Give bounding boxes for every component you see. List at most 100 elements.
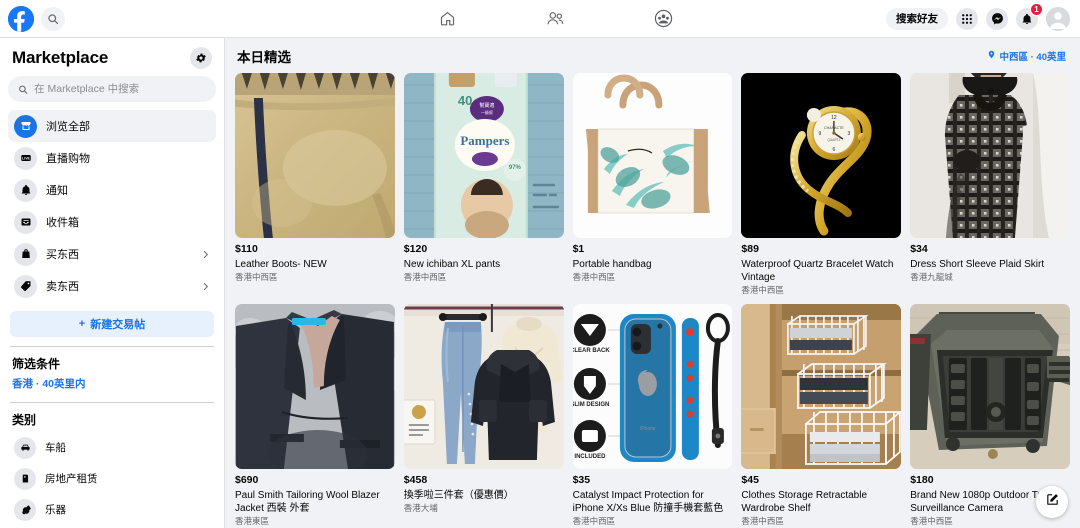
svg-text:一級幫: 一級幫 <box>481 109 493 115</box>
listing-image-gold-watch[interactable]: 12369 CHARACTE QUARTZ <box>741 73 902 238</box>
category-list: 车船 房地产租赁 乐器 <box>8 432 216 528</box>
nav-home-icon[interactable] <box>433 4 463 34</box>
listing-location: 香港九龍城 <box>910 271 953 282</box>
listing-title: Paul Smith Tailoring Wool Blazer Jacket … <box>235 489 380 514</box>
sidebar-item-browse-all[interactable]: 浏览全部 <box>8 110 216 142</box>
location-pin-icon <box>987 49 996 63</box>
listing-price: $120 <box>403 243 428 255</box>
svg-text:3: 3 <box>848 131 851 137</box>
topbar-nav-group <box>225 4 886 34</box>
listings-grid-wrapper: $110 Leather Boots- NEW 香港中西區 40 幫寶適 一級幫… <box>225 73 1080 528</box>
search-icon[interactable] <box>41 6 65 31</box>
sidebar-item-selling[interactable]: 卖东西 <box>8 270 216 302</box>
nav-groups-icon[interactable] <box>649 4 679 34</box>
svg-text:SLIM DESIGN: SLIM DESIGN <box>573 402 609 408</box>
listing-image-three-piece-outfit[interactable] <box>403 304 564 470</box>
sidebar-item-notifications[interactable]: 通知 <box>8 174 216 206</box>
listing-image-phone-case[interactable]: CLEAR BACK SLIM DESIGN INCLUDED iPhone <box>572 304 733 470</box>
sidebar-nav-list: 浏览全部 LIVE 直播购物 通知 收件箱 买东西 卖东西 <box>8 110 216 302</box>
svg-text:iPhone: iPhone <box>640 426 656 432</box>
sidebar-item-inbox[interactable]: 收件箱 <box>8 206 216 238</box>
guitar-icon <box>14 498 36 521</box>
top-navigation-bar: 搜索好友 1 <box>0 0 1080 38</box>
listing-image-diaper-pack[interactable]: 40 幫寶適 一級幫 Pampers 97% <box>403 73 564 238</box>
listing-card[interactable]: $34 Dress Short Sleeve Plaid Skirt 香港九龍城 <box>910 73 1070 296</box>
marketplace-search-bar[interactable] <box>8 76 216 102</box>
sidebar-header: Marketplace <box>8 38 216 76</box>
sidebar-item-label: 买东西 <box>46 249 79 261</box>
svg-text:Pampers: Pampers <box>460 133 509 148</box>
topbar-right-group: 搜索好友 1 <box>886 2 1080 31</box>
nav-friends-icon[interactable] <box>541 4 571 34</box>
category-label: 车船 <box>45 442 66 454</box>
listing-price: $1 <box>572 243 585 255</box>
listing-card[interactable]: $45 Clothes Storage Retractable Wardrobe… <box>741 304 902 527</box>
search-input[interactable] <box>34 83 206 95</box>
listing-title: Leather Boots- NEW <box>235 258 327 270</box>
bag-icon <box>14 242 37 266</box>
svg-text:40: 40 <box>458 93 472 108</box>
category-item-property-rentals[interactable]: 房地产租赁 <box>8 463 216 494</box>
page-body: Marketplace 浏览全部 LIVE <box>0 38 1080 528</box>
section-title: 本日精选 <box>237 49 291 65</box>
listing-title: Clothes Storage Retractable Wardrobe She… <box>741 489 868 514</box>
sidebar-item-label: 通知 <box>46 185 68 197</box>
listing-image-wardrobe-shelf[interactable] <box>741 304 902 470</box>
filters-title: 筛选条件 <box>12 357 61 371</box>
listing-title: Catalyst Impact Protection for iPhone X/… <box>572 489 724 514</box>
notification-badge: 1 <box>1030 2 1043 16</box>
find-friends-button[interactable]: 搜索好友 <box>886 7 948 30</box>
listing-price: $690 <box>235 474 259 487</box>
sidebar-item-live-shopping[interactable]: LIVE 直播购物 <box>8 142 216 174</box>
svg-text:6: 6 <box>833 147 836 153</box>
listing-card[interactable]: $458 換季啦三件套（優惠價） 香港大埔 <box>403 304 564 527</box>
listing-card[interactable]: $110 Leather Boots- NEW 香港中西區 <box>235 73 395 296</box>
sidebar-item-label: 浏览全部 <box>46 121 90 133</box>
listing-title: 換季啦三件套（優惠價） <box>403 489 514 501</box>
sidebar-divider <box>10 346 214 347</box>
listings-grid: $110 Leather Boots- NEW 香港中西區 40 幫寶適 一級幫… <box>235 73 1070 527</box>
listing-image-tote-bag[interactable] <box>572 73 733 238</box>
create-listing-fab[interactable] <box>1036 486 1068 518</box>
category-item-musical-instruments[interactable]: 乐器 <box>8 494 216 525</box>
listing-price: $35 <box>572 474 591 487</box>
listing-card[interactable]: CLEAR BACK SLIM DESIGN INCLUDED iPhone $… <box>572 304 733 527</box>
bell-icon <box>14 178 37 202</box>
category-label: 乐器 <box>45 504 66 516</box>
listing-location: 香港東區 <box>235 516 270 527</box>
listing-card[interactable]: 12369 CHARACTE QUARTZ $89 <box>741 73 902 296</box>
chevron-right-icon <box>201 282 210 291</box>
listing-card[interactable]: $1 Portable handbag 香港中西區 <box>572 73 733 296</box>
filters-location-value[interactable]: 香港 · 40英里内 <box>8 376 216 393</box>
edit-pencil-icon <box>1045 492 1060 512</box>
listing-image-plaid-dress[interactable] <box>910 73 1070 238</box>
marketplace-app: 搜索好友 1 Marketplace 在 Marketplace 中搜索 浏览全… <box>0 0 1080 528</box>
new-listing-button[interactable]: + 新建交易帖 <box>10 311 214 337</box>
svg-text:INCLUDED: INCLUDED <box>574 454 606 460</box>
listing-image-leather-boots[interactable] <box>235 73 395 238</box>
listing-price: $89 <box>741 243 759 255</box>
listing-card[interactable]: 40 幫寶適 一級幫 Pampers 97% $120 New ichiban … <box>403 73 564 296</box>
listing-card[interactable]: $690 Paul Smith Tailoring Wool Blazer Ja… <box>235 304 395 527</box>
listing-price: $45 <box>741 474 759 487</box>
house-icon <box>14 467 36 490</box>
svg-text:12: 12 <box>832 115 838 121</box>
listing-image-trail-camera[interactable] <box>910 304 1070 470</box>
location-filter-label: 中西區 · 40英里 <box>999 51 1066 63</box>
listing-title: New ichiban XL pants <box>403 258 501 270</box>
sidebar-item-buying[interactable]: 买东西 <box>8 238 216 270</box>
listing-title: Waterproof Quartz Bracelet Watch Vintage <box>741 258 894 283</box>
category-item-vehicles[interactable]: 车船 <box>8 432 216 463</box>
facebook-logo-icon[interactable] <box>8 5 34 32</box>
grid-menu-icon[interactable] <box>956 7 978 30</box>
svg-text:LIVE: LIVE <box>22 156 30 160</box>
gear-icon[interactable] <box>190 47 212 69</box>
svg-text:97%: 97% <box>509 165 522 171</box>
account-avatar[interactable] <box>1046 6 1070 31</box>
live-icon: LIVE <box>14 146 37 170</box>
listing-image-wool-blazer[interactable] <box>235 304 395 470</box>
main-header: 本日精选 中西區 · 40英里 <box>225 38 1080 73</box>
notifications-bell-icon[interactable]: 1 <box>1016 2 1043 30</box>
messenger-icon[interactable] <box>986 7 1008 30</box>
location-filter-chip[interactable]: 中西區 · 40英里 <box>987 49 1066 63</box>
